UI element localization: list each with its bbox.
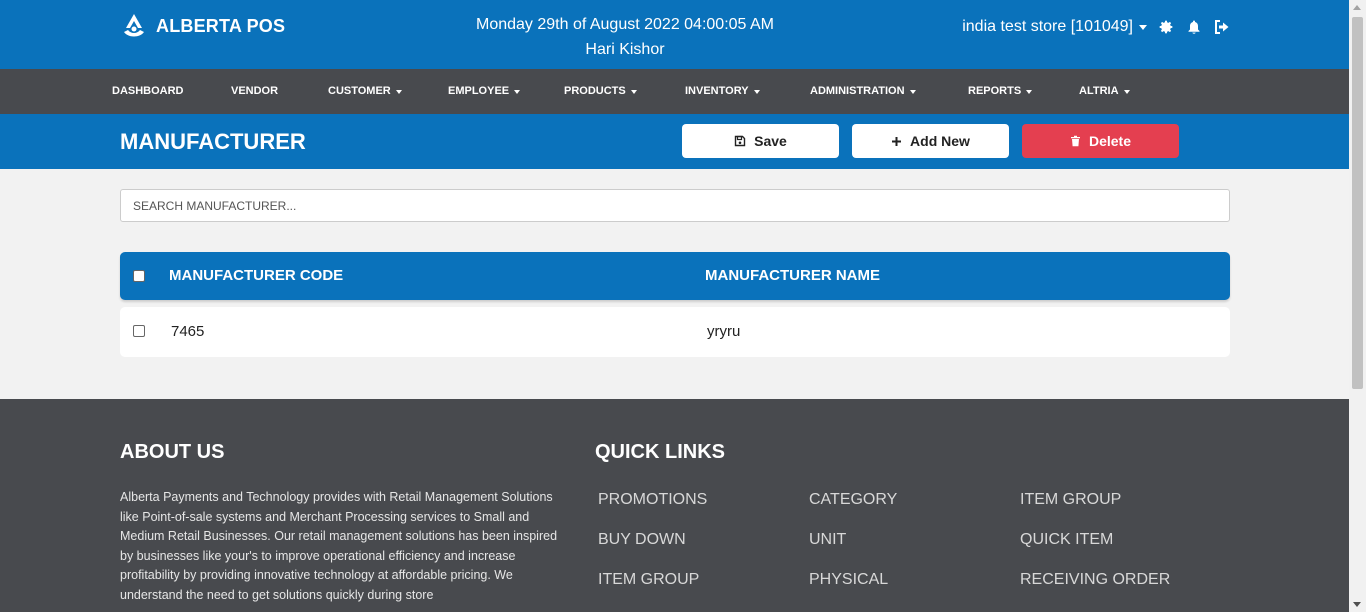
manufacturer-code-cell: 7465 — [171, 323, 205, 340]
store-name: india test store [101049] — [962, 18, 1133, 35]
caret-down-icon — [395, 89, 402, 94]
manufacturer-table: MANUFACTURER CODE MANUFACTURER NAME 7465… — [120, 252, 1230, 357]
column-header-code[interactable]: MANUFACTURER CODE — [169, 252, 343, 300]
column-header-name[interactable]: MANUFACTURER NAME — [705, 252, 880, 300]
nav-employee[interactable]: EMPLOYEE — [448, 69, 521, 114]
nav-inventory[interactable]: INVENTORY — [685, 69, 760, 114]
about-heading: ABOUT US — [120, 441, 225, 463]
quick-link-item-group[interactable]: ITEM GROUP — [1020, 491, 1121, 509]
store-selector[interactable]: india test store [101049] — [962, 18, 1147, 36]
scroll-up-arrow-icon[interactable] — [1353, 5, 1361, 10]
main-nav: DASHBOARD VENDOR CUSTOMER EMPLOYEE PRODU… — [0, 69, 1349, 114]
select-all-checkbox[interactable] — [133, 270, 145, 282]
top-header: ALBERTA POS Monday 29th of August 2022 0… — [0, 0, 1349, 69]
row-checkbox[interactable] — [133, 325, 145, 337]
nav-label: VENDOR — [231, 85, 279, 97]
plus-icon — [892, 136, 902, 146]
nav-administration[interactable]: ADMINISTRATION — [810, 69, 916, 114]
caret-down-icon — [1026, 89, 1033, 94]
nav-label: EMPLOYEE — [448, 85, 510, 97]
caret-down-icon — [753, 89, 760, 94]
nav-dashboard[interactable]: DASHBOARD — [112, 69, 184, 114]
page-title: MANUFACTURER — [120, 129, 306, 154]
scroll-down-arrow-icon[interactable] — [1353, 602, 1361, 607]
nav-label: ALTRIA — [1079, 85, 1119, 97]
save-button[interactable]: Save — [682, 124, 839, 158]
brand[interactable]: ALBERTA POS — [120, 12, 285, 40]
quick-links-heading: QUICK LINKS — [595, 441, 725, 463]
quick-link-quick-item[interactable]: QUICK ITEM — [1020, 531, 1113, 549]
nav-customer[interactable]: CUSTOMER — [328, 69, 402, 114]
manufacturer-name-cell: yryru — [707, 323, 741, 340]
caret-down-icon — [514, 89, 521, 94]
table-row[interactable]: 7465 yryru — [120, 307, 1230, 357]
about-text: Alberta Payments and Technology provides… — [120, 490, 558, 602]
brand-name: ALBERTA POS — [156, 15, 286, 36]
gear-icon[interactable] — [1157, 18, 1175, 36]
bell-icon[interactable] — [1185, 18, 1203, 36]
delete-label: Delete — [1088, 133, 1132, 149]
alberta-logo-icon — [124, 14, 144, 37]
main-content: MANUFACTURER CODE MANUFACTURER NAME 7465… — [0, 169, 1349, 399]
quick-link-promotions[interactable]: PROMOTIONS — [598, 491, 707, 509]
user-name: Hari Kishor — [585, 41, 665, 58]
quick-link-unit[interactable]: UNIT — [809, 531, 846, 549]
caret-down-icon — [1123, 89, 1130, 94]
table-header: MANUFACTURER CODE MANUFACTURER NAME — [120, 252, 1230, 300]
delete-button[interactable]: Delete — [1022, 124, 1179, 158]
page-toolbar: MANUFACTURER Save Add New Delete — [0, 114, 1349, 169]
nav-reports[interactable]: REPORTS — [968, 69, 1033, 114]
trash-icon — [1070, 135, 1080, 147]
scroll-thumb[interactable] — [1352, 17, 1363, 389]
nav-label: DASHBOARD — [112, 85, 184, 97]
page-scrollbar[interactable] — [1349, 0, 1366, 612]
nav-vendor[interactable]: VENDOR — [231, 69, 278, 114]
search-input[interactable] — [120, 189, 1230, 222]
add-new-button[interactable]: Add New — [852, 124, 1009, 158]
quick-link-receiving-order[interactable]: RECEIVING ORDER — [1020, 571, 1170, 589]
quick-link-category[interactable]: CATEGORY — [809, 491, 897, 509]
quick-link-physical[interactable]: PHYSICAL — [809, 571, 888, 589]
save-icon — [734, 135, 746, 147]
quick-link-item-group-2[interactable]: ITEM GROUP — [598, 571, 699, 589]
footer: ABOUT US Alberta Payments and Technology… — [0, 399, 1349, 612]
add-new-label: Add New — [910, 133, 970, 149]
nav-label: INVENTORY — [685, 85, 749, 97]
save-label: Save — [754, 133, 787, 149]
caret-down-icon — [630, 89, 637, 94]
nav-label: CUSTOMER — [328, 85, 391, 97]
nav-products[interactable]: PRODUCTS — [564, 69, 637, 114]
store-controls: india test store [101049] — [962, 18, 1231, 36]
current-datetime: Monday 29th of August 2022 04:00:05 AM — [476, 16, 774, 33]
nav-label: ADMINISTRATION — [810, 85, 905, 97]
nav-label: PRODUCTS — [564, 85, 626, 97]
sign-out-icon[interactable] — [1213, 18, 1231, 36]
datetime-block: Monday 29th of August 2022 04:00:05 AM H… — [425, 12, 825, 62]
nav-label: REPORTS — [968, 85, 1022, 97]
caret-down-icon — [1139, 24, 1147, 30]
quick-link-buy-down[interactable]: BUY DOWN — [598, 531, 686, 549]
caret-down-icon — [909, 89, 916, 94]
nav-altria[interactable]: ALTRIA — [1079, 69, 1130, 114]
